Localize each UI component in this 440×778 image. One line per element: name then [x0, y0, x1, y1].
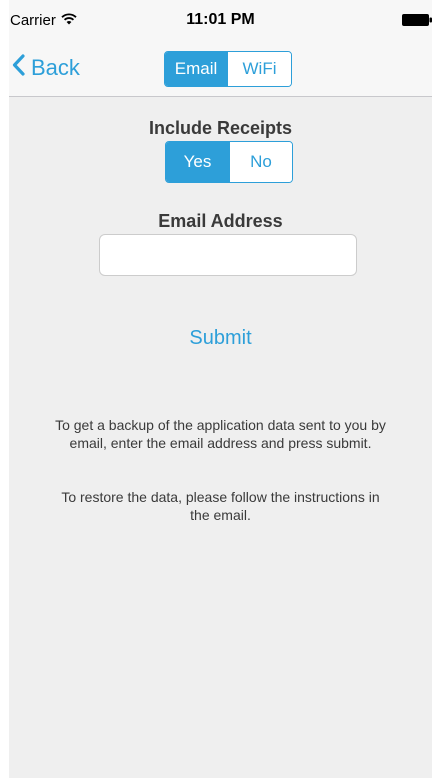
status-bar: Carrier 11:01 PM: [9, 0, 432, 40]
backup-instructions-text: To get a backup of the application data …: [55, 417, 386, 451]
app-screen: Carrier 11:01 PM Back Email WiFi Include…: [9, 0, 432, 778]
tab-email[interactable]: Email: [165, 52, 227, 86]
email-address-label: Email Address: [158, 211, 283, 231]
back-label: Back: [31, 55, 80, 80]
include-receipts-label: Include Receipts: [148, 118, 293, 138]
restore-instructions-text: To restore the data, please follow the i…: [61, 489, 380, 523]
battery-icon: [402, 13, 432, 26]
back-button[interactable]: Back: [12, 53, 80, 83]
email-field[interactable]: [99, 234, 357, 276]
receipts-yes-option[interactable]: Yes: [166, 142, 229, 182]
include-receipts-segmented-control: Yes No: [165, 141, 293, 183]
tab-wifi[interactable]: WiFi: [227, 52, 291, 86]
status-time: 11:01 PM: [186, 11, 255, 28]
receipts-no-option[interactable]: No: [229, 142, 292, 182]
navigation-bar: Back Email WiFi: [9, 40, 432, 97]
chevron-left-icon: [12, 54, 25, 82]
submit-button[interactable]: Submit: [9, 327, 432, 350]
mode-segmented-control: Email WiFi: [164, 51, 292, 87]
